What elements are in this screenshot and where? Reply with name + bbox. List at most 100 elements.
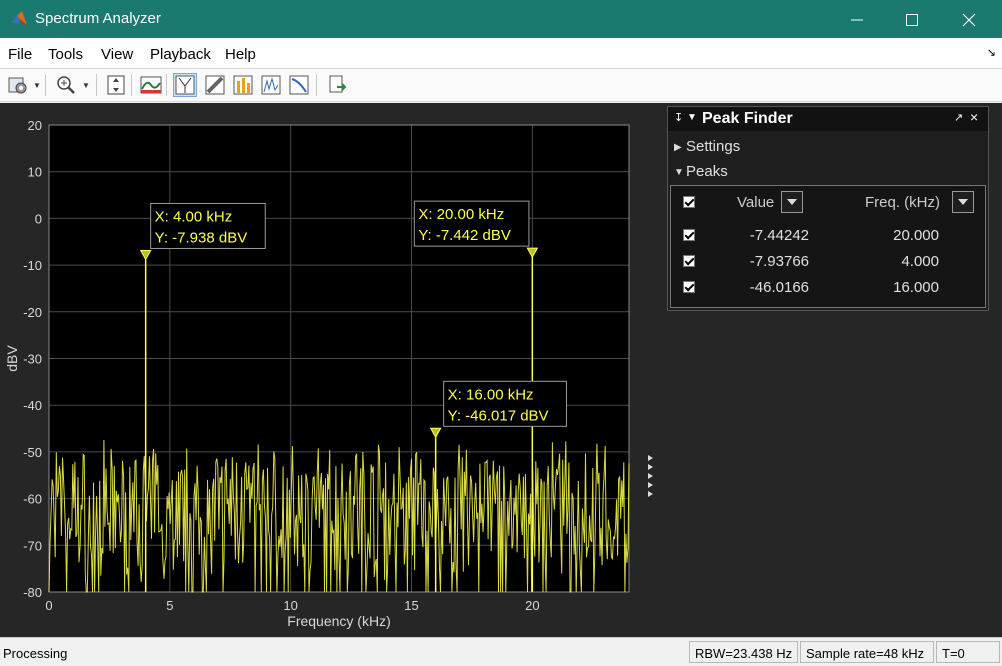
peak-freq: 20.000 xyxy=(893,227,939,244)
row-checkbox[interactable] xyxy=(683,281,695,293)
ccdf-icon xyxy=(289,75,309,95)
y-tick-label: 10 xyxy=(28,165,42,180)
x-axis-label: Frequency (kHz) xyxy=(287,613,390,629)
expand-arrow-icon[interactable]: ▶ xyxy=(674,142,682,153)
row-checkbox[interactable] xyxy=(683,229,695,241)
x-tick-label: 15 xyxy=(404,598,418,613)
measurements-button[interactable] xyxy=(203,73,227,97)
settings-section[interactable]: Settings xyxy=(686,138,740,155)
toolbar-separator xyxy=(166,74,167,96)
peak-freq: 16.000 xyxy=(893,279,939,296)
y-axis-label: dBV xyxy=(4,345,20,372)
peaks-table: Value Freq. (kHz) -7.44242 20.000 -7.937… xyxy=(670,185,986,308)
toolbar-separator xyxy=(45,74,46,96)
peak-finder-header: ↧ ▼ Peak Finder ↗ × xyxy=(668,107,988,131)
menu-tools[interactable]: Tools xyxy=(48,46,83,63)
x-tick-label: 5 xyxy=(166,598,173,613)
y-tick-label: -60 xyxy=(23,492,42,507)
arrow-right-icon xyxy=(648,473,653,479)
peak-value: -7.44242 xyxy=(749,227,809,244)
menu-view[interactable]: View xyxy=(101,46,133,63)
minimize-icon xyxy=(851,19,863,21)
arrow-right-icon xyxy=(648,491,653,497)
rbw-readout: RBW=23.438 Hz xyxy=(689,641,798,663)
menu-bar: File Tools View Playback Help ↘ xyxy=(0,38,1002,68)
peak-annotation-x: X: 4.00 kHz xyxy=(155,208,233,225)
y-tick-label: -10 xyxy=(23,258,42,273)
collapse-arrow-icon[interactable]: ▼ xyxy=(674,167,684,178)
menu-file[interactable]: File xyxy=(8,46,32,63)
maximize-button[interactable] xyxy=(883,0,941,38)
peak-annotation-y: Y: -7.442 dBV xyxy=(418,227,511,244)
peak-finder-panel: ↧ ▼ Peak Finder ↗ × ▶ Settings ▼ Peaks V… xyxy=(667,106,989,311)
arrow-right-icon xyxy=(648,464,653,470)
arrow-right-icon xyxy=(648,455,653,461)
peak-freq: 4.000 xyxy=(901,253,939,270)
toolbar-separator xyxy=(316,74,317,96)
settings-icon xyxy=(8,77,27,94)
window-title: Spectrum Analyzer xyxy=(35,10,161,27)
sort-freq-button[interactable] xyxy=(952,191,974,213)
toolbar-separator xyxy=(131,74,132,96)
distortion-button[interactable] xyxy=(231,73,255,97)
spectrum-chart[interactable]: 20100-10-20-30-40-50-60-70-800 5 10 15 20Fre… xyxy=(0,103,660,637)
x-tick-label: 0 xyxy=(45,598,52,613)
chevron-down-icon[interactable]: ▼ xyxy=(687,112,697,123)
y-tick-label: -80 xyxy=(23,585,42,600)
dock-pin-icon[interactable]: ↘ xyxy=(987,46,996,59)
column-header-value: Value xyxy=(737,194,775,211)
y-tick-label: 20 xyxy=(28,118,42,133)
x-tick-label: 20 xyxy=(525,598,539,613)
print-button[interactable] xyxy=(325,73,349,97)
peaks-section[interactable]: Peaks xyxy=(686,163,728,180)
zoom-in-icon xyxy=(57,76,75,94)
peak-finder-button[interactable] xyxy=(259,73,283,97)
chevron-down-icon[interactable]: ▼ xyxy=(82,81,90,90)
sort-value-button[interactable] xyxy=(781,191,803,213)
menu-playback[interactable]: Playback xyxy=(150,46,211,63)
spectrum-settings-icon xyxy=(140,76,162,94)
close-button[interactable] xyxy=(940,0,998,38)
close-icon[interactable]: × xyxy=(970,109,978,125)
spectrum-settings-button[interactable] xyxy=(139,73,163,97)
menu-help[interactable]: Help xyxy=(225,46,256,63)
select-all-checkbox[interactable] xyxy=(683,196,695,208)
peak-value: -46.0166 xyxy=(749,279,809,296)
status-bar: Processing RBW=23.438 Hz Sample rate=48 … xyxy=(0,637,1002,666)
row-checkbox[interactable] xyxy=(683,255,695,267)
settings-button[interactable] xyxy=(6,73,30,97)
distortion-icon xyxy=(233,75,253,95)
peak-finder-title: Peak Finder xyxy=(702,110,793,127)
close-icon xyxy=(962,13,976,27)
zoom-in-button[interactable] xyxy=(54,73,78,97)
pin-icon[interactable]: ↧ xyxy=(674,111,683,124)
panel-arrows[interactable] xyxy=(648,455,654,500)
peak-annotation-x: X: 20.00 kHz xyxy=(418,206,504,223)
minimize-button[interactable] xyxy=(828,0,886,38)
y-tick-label: -70 xyxy=(23,538,42,553)
maximize-icon xyxy=(906,14,918,26)
print-icon xyxy=(329,75,347,93)
time-readout: T=0 xyxy=(936,641,1000,663)
peak-annotation-x: X: 16.00 kHz xyxy=(448,386,534,403)
undock-icon[interactable]: ↗ xyxy=(954,111,963,124)
status-text: Processing xyxy=(3,646,68,661)
measurements-icon xyxy=(205,75,225,95)
y-tick-label: -40 xyxy=(23,398,42,413)
toolbar: ▼ ▼ xyxy=(0,68,1002,102)
chevron-down-icon[interactable]: ▼ xyxy=(33,81,41,90)
toolbar-separator xyxy=(96,74,97,96)
matlab-logo-icon xyxy=(11,11,27,25)
autoscale-button[interactable] xyxy=(104,73,128,97)
sample-rate-readout: Sample rate=48 kHz xyxy=(800,641,934,663)
y-tick-label: -20 xyxy=(23,305,42,320)
title-bar: Spectrum Analyzer xyxy=(0,0,1002,38)
ccdf-button[interactable] xyxy=(287,73,311,97)
y-tick-label: 0 xyxy=(35,211,42,226)
x-tick-label: 10 xyxy=(283,598,297,613)
column-header-freq: Freq. (kHz) xyxy=(865,194,940,211)
arrow-right-icon xyxy=(648,482,653,488)
data-cursors-button[interactable] xyxy=(173,73,197,97)
y-tick-label: -50 xyxy=(23,445,42,460)
y-tick-label: -30 xyxy=(23,352,42,367)
